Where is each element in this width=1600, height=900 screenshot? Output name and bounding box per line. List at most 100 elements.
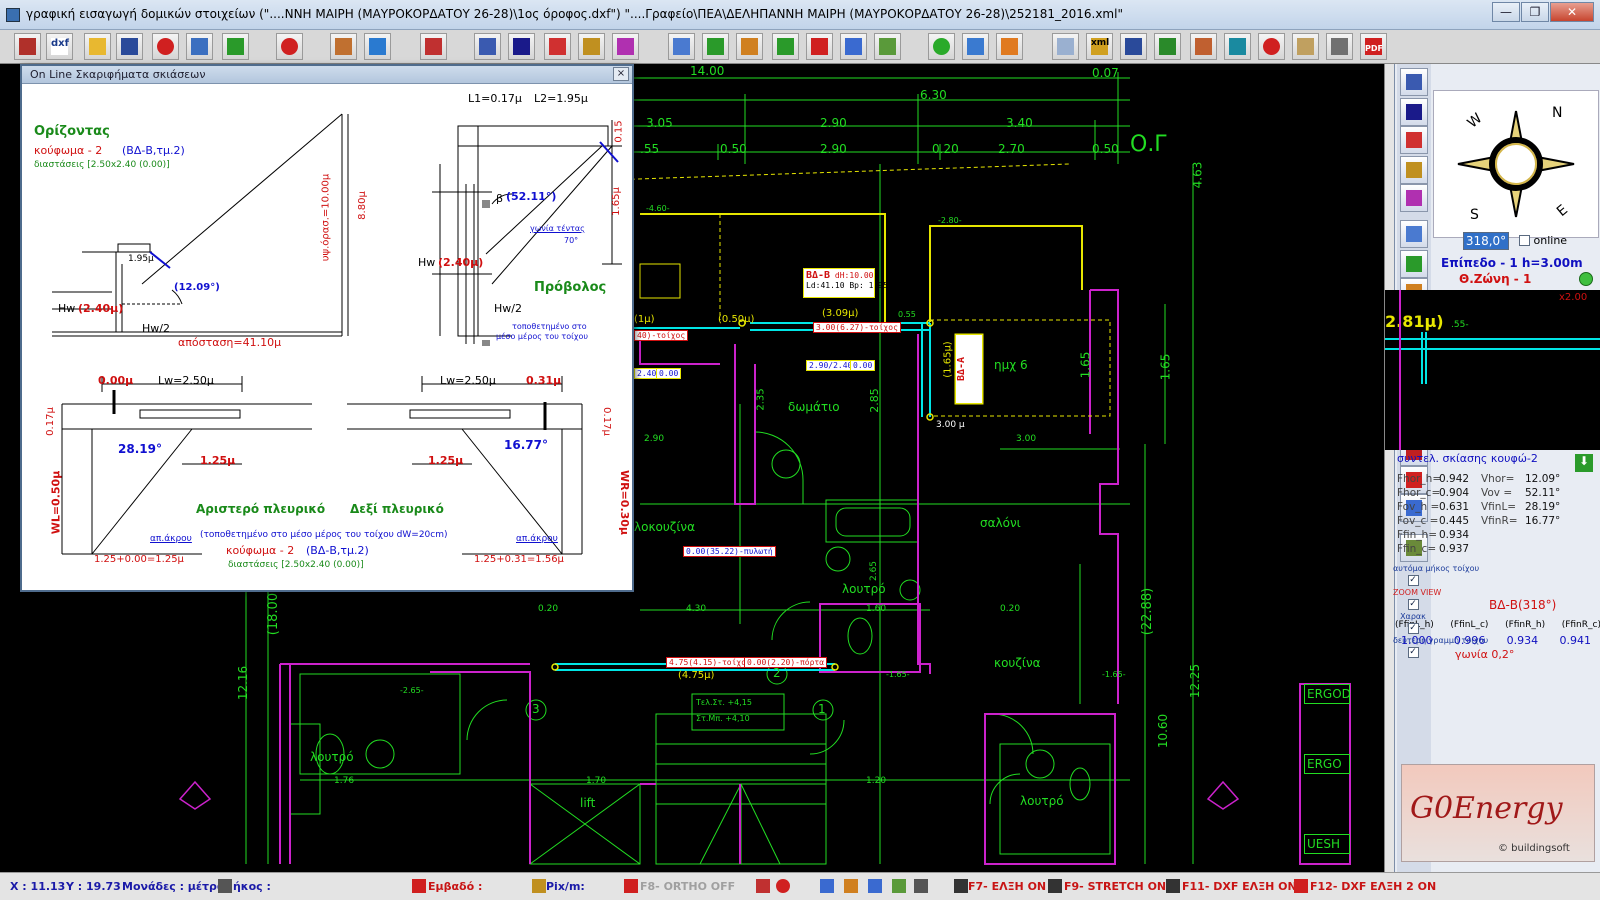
dxf-button[interactable]: dxf [46,33,73,60]
rotate-button[interactable] [840,33,867,60]
building-button[interactable] [1190,33,1217,60]
no-entry-icon[interactable] [776,879,790,893]
zoom-icon[interactable] [914,879,928,893]
measure-button[interactable] [474,33,501,60]
ergod-button[interactable]: ERGOD [1304,684,1351,704]
copy-tool-button[interactable] [1400,220,1428,248]
cylinder-button[interactable] [1224,33,1251,60]
copy-icon[interactable] [820,879,834,893]
edit-button[interactable] [14,33,41,60]
area-icon[interactable] [412,879,426,893]
ergo-button[interactable]: ERGO [1304,754,1350,774]
status-f11[interactable]: F11- DXF ΕΛΞΗ ON [1182,880,1297,893]
canvas-scrollbar[interactable] [1384,64,1394,872]
dimension-button[interactable] [508,33,535,60]
new-file-button[interactable] [1052,33,1079,60]
option-1[interactable]: ZOOM VIEW ✓ [1393,588,1441,610]
clipboard-button[interactable] [1292,33,1319,60]
option-checkbox[interactable]: ✓ [1407,599,1419,610]
preview-panel[interactable]: x2.00 2.81μ) .55- [1385,290,1600,450]
stretch-icon[interactable] [1048,879,1062,893]
refresh-icon[interactable] [892,879,906,893]
dialog-title-bar[interactable]: On Line Σκαριφήματα σκιάσεων × [22,66,632,84]
layers-button[interactable] [186,33,213,60]
save-button[interactable] [116,33,143,60]
ortho-icon[interactable] [624,879,638,893]
undo-button[interactable] [772,33,799,60]
save-green-button[interactable] [1154,33,1181,60]
line-button[interactable] [612,33,639,60]
fill-tool-button[interactable] [1400,126,1428,154]
option-0[interactable]: αυτόμα μήκος τοίχου ✓ [1393,564,1479,586]
house-button[interactable] [330,33,357,60]
cancel-button[interactable] [152,33,179,60]
building-icon [1195,38,1212,55]
compass-icon[interactable] [1434,91,1598,237]
close-button[interactable]: ✕ [1550,2,1594,22]
refresh-button[interactable] [874,33,901,60]
maximize-button[interactable]: ❐ [1521,2,1549,22]
move-button[interactable] [736,33,763,60]
dialog-close-button[interactable]: × [613,67,629,81]
swap-button[interactable] [364,33,391,60]
fill-button[interactable] [544,33,571,60]
up-arrow-button[interactable] [962,33,989,60]
compass-panel[interactable]: N W S E [1433,90,1599,238]
pix-icon[interactable] [532,879,546,893]
option-checkbox[interactable]: ✓ [1407,575,1419,586]
line-tool-icon[interactable] [954,879,968,893]
horizon-obstacle-height: υψ.όρασ.=10.00μ [320,173,332,262]
pencil-button[interactable] [578,33,605,60]
move-icon[interactable] [844,879,858,893]
tag-bd-a[interactable]: ΒΔ-Α [955,334,983,404]
add-button[interactable] [702,33,729,60]
status-f8[interactable]: F8- ORTHO OFF [640,880,735,893]
save-disk-icon [1125,38,1142,55]
measure-tool-button[interactable] [1400,68,1428,96]
status-f12[interactable]: F12- DXF ΕΛΞΗ 2 ON [1310,880,1436,893]
copy-button[interactable] [668,33,695,60]
open-folder-button[interactable] [84,33,111,60]
option-3[interactable]: δεύτερη γραμμή τοίχου ✓ [1393,636,1488,658]
option-checkbox[interactable]: ✓ [1407,623,1419,634]
down-arrow-icon[interactable]: ⬇ [1575,454,1593,472]
minimize-button[interactable]: — [1492,2,1520,22]
go-button[interactable] [928,33,955,60]
line-tool-button[interactable] [1400,184,1428,212]
rotate-icon[interactable] [868,879,882,893]
orientation-input[interactable]: 318,0° [1463,232,1509,250]
plan-dim: 6.30 [920,88,947,102]
tag-bd-b[interactable]: ΒΔ-Β dH:10.00 Ld:41.10 Bp: 1.95 [803,268,888,298]
no-entry-button[interactable] [276,33,303,60]
ruler-icon[interactable] [218,879,232,893]
status-f7[interactable]: F7- ΕΛΞΗ ON [968,880,1046,893]
online-checkbox-box[interactable] [1519,235,1530,246]
delete-button[interactable] [806,33,833,60]
calculator-button[interactable] [1326,33,1353,60]
overhang-l1: L1=0.17μ [468,92,522,105]
right-arrow-button[interactable] [996,33,1023,60]
line-icon [1406,190,1422,206]
shading-sketch-dialog[interactable]: On Line Σκαριφήματα σκιάσεων × Ορίζοντας… [20,64,634,592]
small-dim: -1.65- [1102,670,1126,679]
add-tool-button[interactable] [1400,250,1428,278]
dxf-snap-icon[interactable] [1166,879,1180,893]
paint-icon[interactable] [756,879,770,893]
tools-button[interactable] [420,33,447,60]
save-disk-button[interactable] [1120,33,1147,60]
download-button[interactable] [222,33,249,60]
status-f9[interactable]: F9- STRETCH ON [1064,880,1166,893]
dimension-tool-button[interactable] [1400,98,1428,126]
fin-header: (FfinR_c) [1561,620,1600,630]
uesh-button[interactable]: UESH [1304,834,1350,854]
dxf-snap2-icon[interactable] [1294,879,1308,893]
pencil-tool-button[interactable] [1400,156,1428,184]
pdf-button[interactable]: PDF [1360,33,1387,60]
stair-number: 3 [532,702,540,716]
level-label: Επίπεδο - 1 h=3.00m [1441,256,1583,270]
online-checkbox[interactable]: online [1519,234,1567,247]
target-button[interactable] [1258,33,1285,60]
option-2[interactable]: Χαρακ ✓ [1393,612,1433,634]
xml-button[interactable]: xml [1086,33,1113,60]
option-checkbox[interactable]: ✓ [1407,647,1419,658]
